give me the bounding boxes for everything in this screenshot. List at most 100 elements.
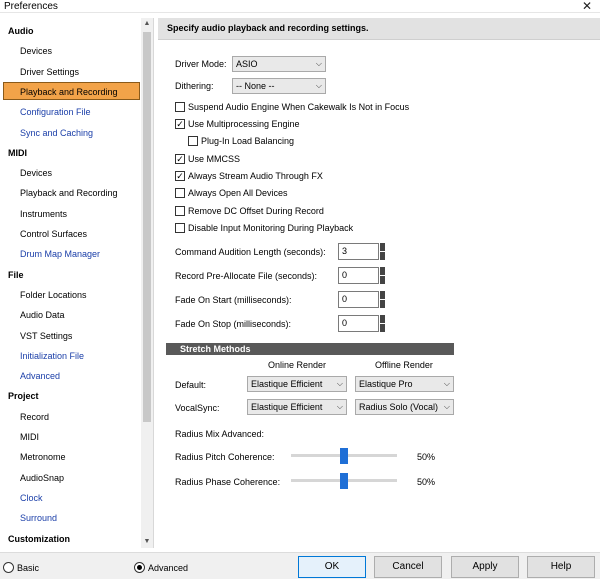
phase-coherence-value: 50% [417, 477, 436, 487]
sidebar-item-surround[interactable]: Surround [0, 509, 141, 527]
vocalsync-offline-select[interactable]: Radius Solo (Vocal) ⌵ [355, 399, 454, 415]
radius-mix-label: Radius Mix Advanced: [175, 429, 265, 439]
spinner-label: Command Audition Length (seconds): [175, 247, 326, 257]
sidebar-item-instruments[interactable]: Instruments [0, 205, 141, 223]
dithering-select[interactable]: -- None -- ⌵ [232, 78, 326, 94]
default-offline-value: Elastique Pro [359, 379, 413, 389]
sidebar-item-folder-locations[interactable]: Folder Locations [0, 286, 141, 304]
checkmark-icon: ✓ [175, 154, 185, 164]
checkbox-label: Remove DC Offset During Record [188, 206, 324, 216]
window-title: Preferences [4, 1, 58, 12]
checkbox-label: Suspend Audio Engine When Cakewalk Is No… [188, 102, 410, 112]
phase-coherence-label: Radius Phase Coherence: [175, 477, 281, 487]
panel-header-text: Specify audio playback and recording set… [167, 23, 369, 33]
driver-mode-value: ASIO [236, 59, 258, 69]
slider-thumb[interactable] [340, 448, 348, 464]
default-online-select[interactable]: Elastique Efficient ⌵ [247, 376, 347, 392]
pitch-coherence-value: 50% [417, 452, 436, 462]
number-input[interactable]: 0 [338, 267, 379, 284]
sidebar-item-driver-settings[interactable]: Driver Settings [0, 63, 141, 81]
sidebar-item-midi[interactable]: MIDI [0, 428, 141, 446]
vocalsync-stretch-label: VocalSync: [175, 403, 220, 413]
number-stepper[interactable]: 0 [338, 315, 385, 332]
vocalsync-online-value: Elastique Efficient [251, 402, 323, 412]
spinner-label: Fade On Stop (milliseconds): [175, 319, 292, 329]
driver-mode-label: Driver Mode: [175, 59, 227, 69]
chevron-down-icon: ⌵ [443, 379, 450, 388]
scrollbar-thumb[interactable] [143, 32, 151, 422]
sidebar-category-project[interactable]: Project [0, 387, 141, 405]
default-offline-select[interactable]: Elastique Pro ⌵ [355, 376, 454, 392]
cancel-button[interactable]: Cancel [374, 556, 442, 578]
checkmark-icon: ✓ [175, 119, 185, 129]
stepper-arrows-icon[interactable] [380, 243, 385, 260]
spinner-label: Record Pre-Allocate File (seconds): [175, 271, 318, 281]
vocalsync-online-select[interactable]: Elastique Efficient ⌵ [247, 399, 347, 415]
number-stepper[interactable]: 0 [338, 267, 385, 284]
category-tree: Audio Devices Driver Settings Playback and … [0, 18, 141, 548]
scroll-down-icon[interactable]: ▼ [141, 536, 153, 548]
chevron-down-icon: ⌵ [443, 402, 450, 411]
dithering-label: Dithering: [175, 81, 214, 91]
number-stepper[interactable]: 0 [338, 291, 385, 308]
number-input[interactable]: 3 [338, 243, 379, 260]
help-button[interactable]: Help [527, 556, 595, 578]
slider-thumb[interactable] [340, 473, 348, 489]
sidebar-category-file[interactable]: File [0, 266, 141, 284]
radio-circle-icon [3, 562, 14, 573]
sidebar-item-advanced[interactable]: Advanced [0, 367, 141, 385]
stepper-arrows-icon[interactable] [380, 267, 385, 284]
stepper-arrows-icon[interactable] [380, 315, 385, 332]
stretch-methods-header: Stretch Methods [166, 343, 454, 355]
sidebar-category-audio[interactable]: Audio [0, 22, 141, 40]
stepper-arrows-icon[interactable] [380, 291, 385, 308]
pitch-coherence-slider[interactable] [291, 448, 397, 464]
sidebar-item-record[interactable]: Record [0, 408, 141, 426]
close-icon[interactable]: ✕ [582, 0, 592, 13]
sidebar-item-configuration-file[interactable]: Configuration File [0, 103, 141, 121]
number-stepper[interactable]: 3 [338, 243, 385, 260]
sidebar-item-clock[interactable]: Clock [0, 489, 141, 507]
sidebar-item-devices[interactable]: Devices [0, 42, 141, 60]
chevron-down-icon: ⌵ [315, 59, 322, 68]
checkmark-icon: ✓ [175, 171, 185, 181]
phase-coherence-slider[interactable] [291, 473, 397, 489]
sidebar-item-vst-settings[interactable]: VST Settings [0, 327, 141, 345]
number-input[interactable]: 0 [338, 291, 379, 308]
number-input[interactable]: 0 [338, 315, 379, 332]
sidebar-item-metronome[interactable]: Metronome [0, 448, 141, 466]
sidebar-scrollbar[interactable]: ▲ ▼ [141, 18, 153, 548]
checkbox-label: Always Open All Devices [188, 188, 288, 198]
title-bar: Preferences ✕ [0, 0, 600, 13]
chevron-down-icon: ⌵ [336, 402, 343, 411]
chevron-down-icon: ⌵ [336, 379, 343, 388]
sidebar-item-playback-and-recording[interactable]: Playback and Recording [0, 184, 141, 202]
sidebar-item-control-surfaces[interactable]: Control Surfaces [0, 225, 141, 243]
sidebar-item-devices[interactable]: Devices [0, 164, 141, 182]
dithering-value: -- None -- [236, 81, 275, 91]
scroll-up-icon[interactable]: ▲ [141, 18, 153, 30]
sidebar-item-audio-data[interactable]: Audio Data [0, 306, 141, 324]
checkbox-label: Disable Input Monitoring During Playback [188, 223, 354, 233]
sidebar-item-sync-and-caching[interactable]: Sync and Caching [0, 124, 141, 142]
checkbox-icon [175, 206, 185, 216]
advanced-label: Advanced [148, 563, 189, 573]
vocalsync-offline-value: Radius Solo (Vocal) [359, 402, 439, 412]
default-stretch-label: Default: [175, 380, 207, 390]
sidebar-item-audiosnap[interactable]: AudioSnap [0, 469, 141, 487]
radio-circle-icon [134, 562, 145, 573]
spinner-label: Fade On Start (milliseconds): [175, 295, 292, 305]
checkbox-label: Always Stream Audio Through FX [188, 171, 323, 181]
basic-label: Basic [17, 563, 40, 573]
ok-button[interactable]: OK [298, 556, 366, 578]
sidebar-category-midi[interactable]: MIDI [0, 144, 141, 162]
panel-header: Specify audio playback and recording set… [158, 18, 600, 40]
settings-panel: Specify audio playback and recording set… [158, 18, 600, 548]
driver-mode-select[interactable]: ASIO ⌵ [232, 56, 326, 72]
sidebar-item-playback-and-recording[interactable]: Playback and Recording [3, 81, 140, 100]
sidebar-category-customization[interactable]: Customization [0, 530, 141, 548]
online-render-header: Online Render [268, 360, 327, 370]
sidebar-item-drum-map-manager[interactable]: Drum Map Manager [0, 245, 141, 263]
sidebar-item-initialization-file[interactable]: Initialization File [0, 347, 141, 365]
apply-button[interactable]: Apply [451, 556, 519, 578]
